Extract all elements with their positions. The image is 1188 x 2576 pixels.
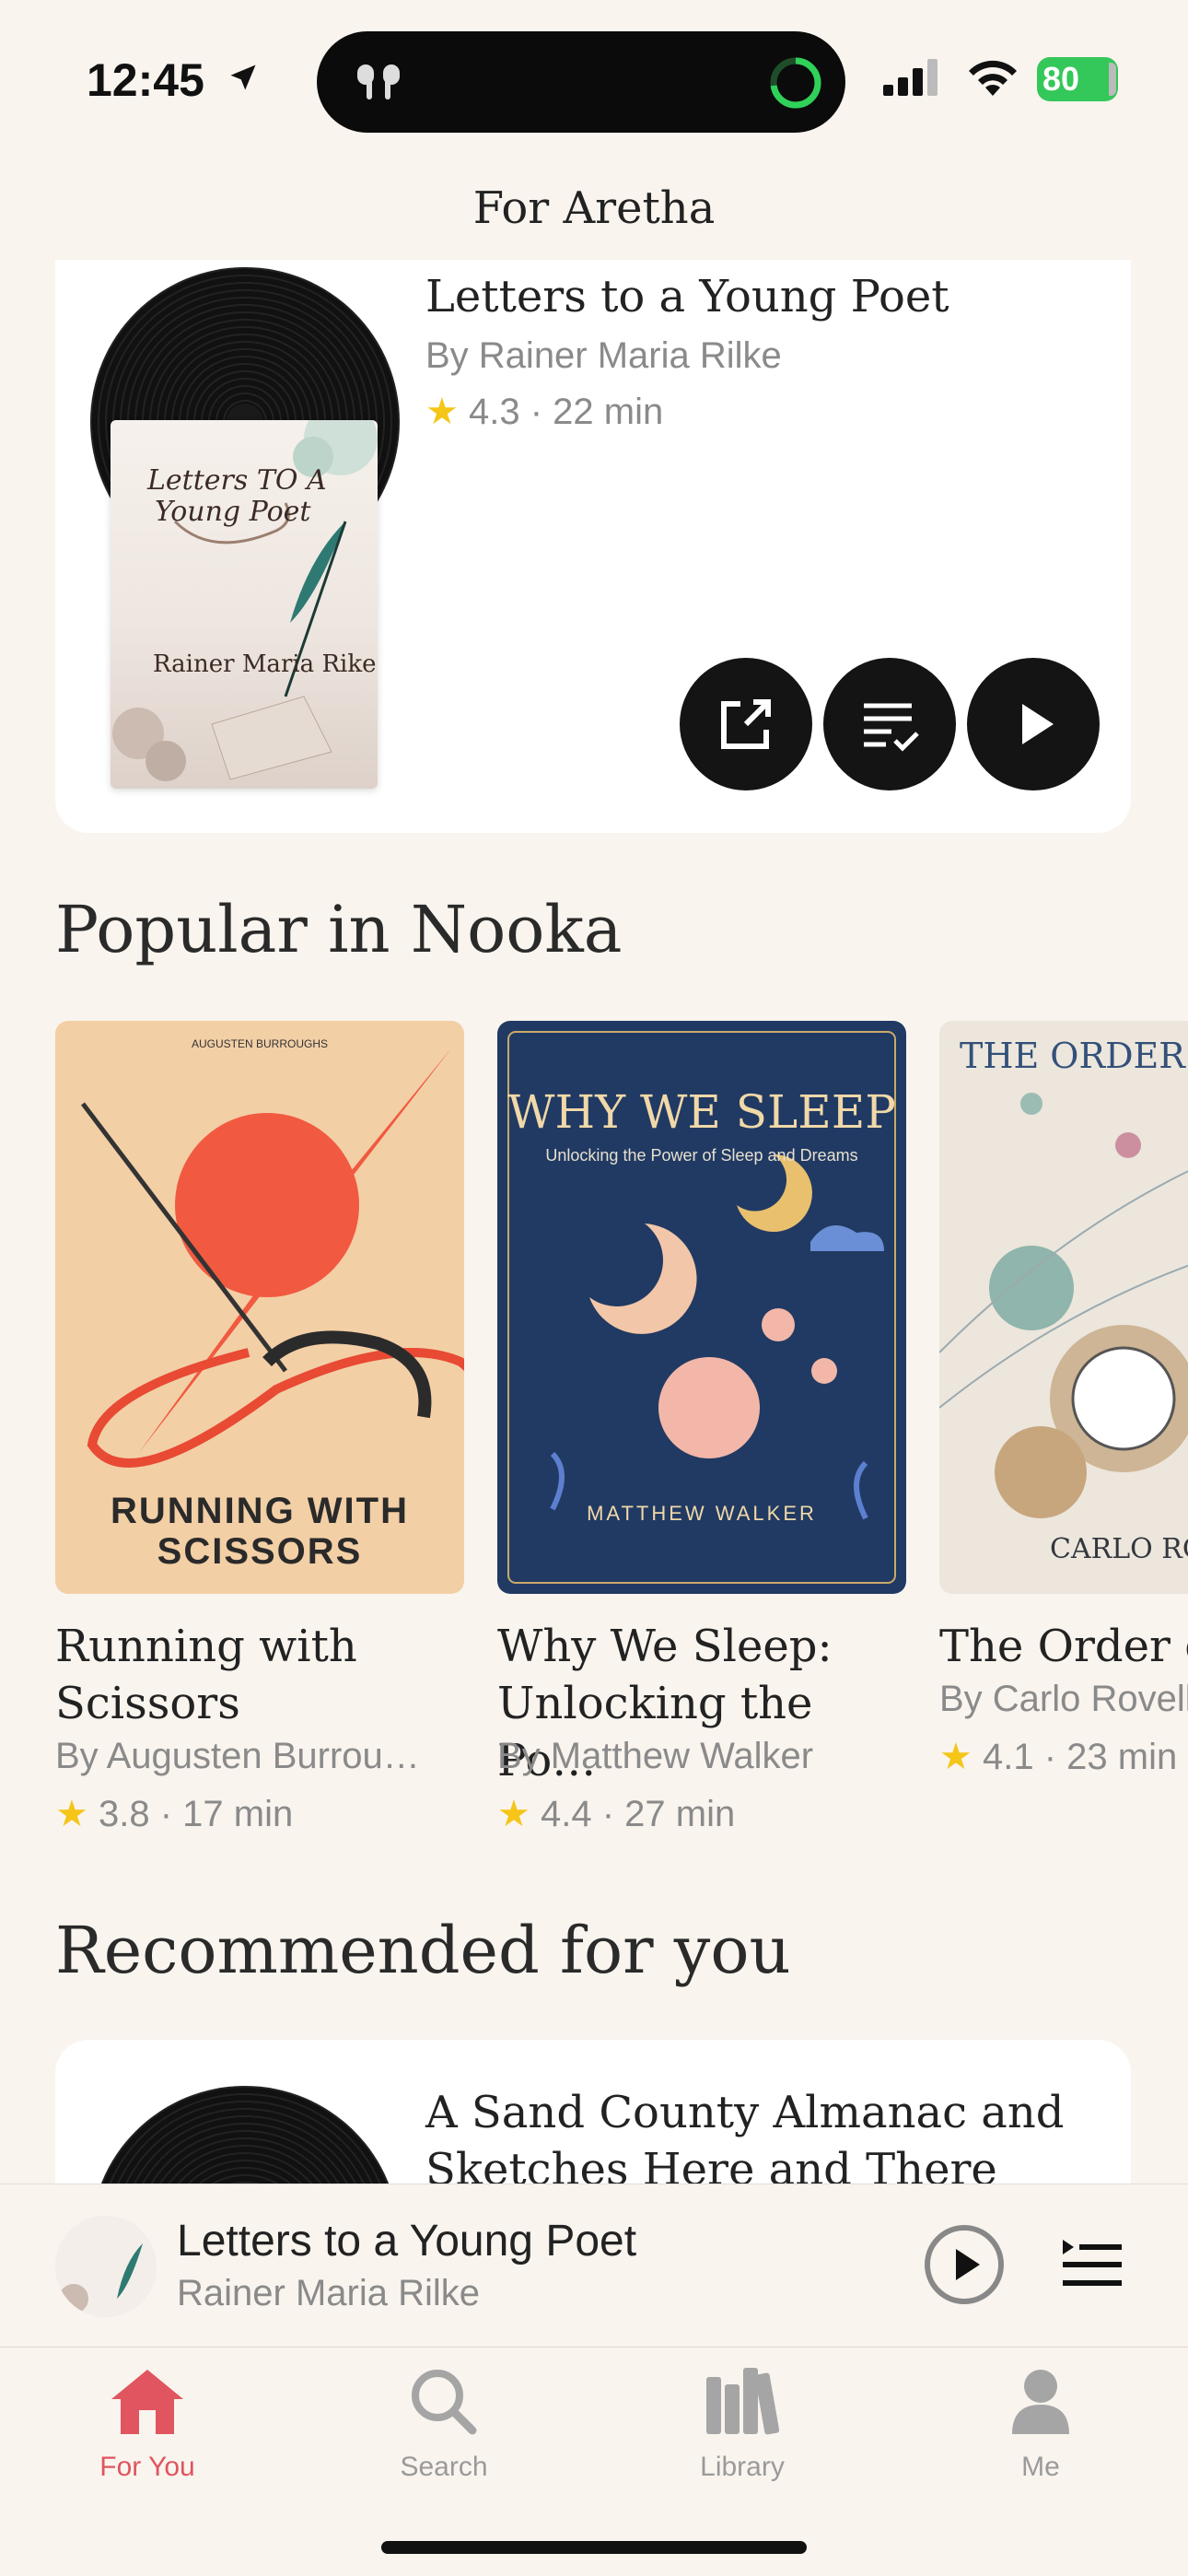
book-author: By Matthew Walker — [497, 1736, 814, 1776]
rating-value: 4.3 — [468, 392, 520, 432]
star-icon: ★ — [497, 1794, 530, 1834]
section-title-recommended: Recommended for you — [55, 1913, 791, 1988]
cover-author: CARLO ROVELLI — [1050, 1533, 1188, 1565]
library-icon — [706, 2368, 780, 2435]
tab-library[interactable]: Library — [641, 2364, 844, 2483]
tab-me[interactable]: Me — [939, 2364, 1142, 2483]
duration-value: 23 min — [1066, 1737, 1178, 1777]
duration-value: 22 min — [553, 392, 664, 432]
star-icon: ★ — [425, 392, 459, 432]
play-icon — [1022, 704, 1054, 744]
cellular-signal-icon — [883, 59, 938, 96]
status-time: 12:45 — [87, 54, 204, 106]
recommended-book-card[interactable]: A Sand County Almanac and Sketches Here … — [55, 2040, 1131, 2187]
book-cover: WHY WE SLEEP Unlocking the Power of Slee… — [497, 1021, 906, 1594]
cover-author: AUGUSTEN BURROUGHS — [191, 1037, 328, 1050]
battery-tip — [1109, 63, 1116, 96]
share-icon — [721, 699, 771, 749]
book-title: Running with Scissors — [55, 1621, 357, 1729]
rating-value: 4.1 — [982, 1737, 1034, 1777]
book-rating-duration: ★ 3.8 · 17 min — [55, 1794, 294, 1834]
play-button[interactable] — [967, 658, 1100, 790]
book-card[interactable]: AUGUSTEN BURROUGHS RUNNING WITH SCISSORS… — [55, 1021, 464, 1834]
tab-label: For You — [99, 2452, 195, 2482]
duration-value: 17 min — [182, 1794, 294, 1834]
cover-art-illustration — [939, 1093, 1188, 1518]
mini-player[interactable]: Letters to a Young Poet Rainer Maria Ril… — [0, 2184, 1188, 2348]
book-cover: Letters TO A Young Poet Rainer Maria Rik… — [111, 420, 378, 789]
battery-indicator: 80 — [1037, 57, 1118, 101]
mini-play-button[interactable] — [925, 2225, 1004, 2304]
cover-title-line1: Letters TO A — [147, 464, 327, 497]
rating-value: 4.4 — [540, 1794, 592, 1834]
book-cover: AUGUSTEN BURROUGHS RUNNING WITH SCISSORS — [55, 1021, 464, 1594]
dynamic-island — [317, 31, 845, 133]
play-icon — [956, 2249, 980, 2280]
book-title: Letters to a Young Poet — [425, 271, 949, 322]
home-indicator[interactable] — [381, 2541, 807, 2554]
search-icon — [412, 2370, 477, 2435]
vinyl-record-graphic — [90, 2086, 400, 2187]
tab-label: Me — [1021, 2452, 1060, 2482]
star-icon: ★ — [55, 1794, 88, 1834]
cover-title: RUNNING WITH SCISSORS — [111, 1491, 409, 1572]
playlist-check-icon — [864, 703, 919, 752]
book-title: The Order of Time — [939, 1621, 1188, 1672]
book-cover: THE ORDER OF TIME CARLO ROVELLI — [939, 1021, 1188, 1594]
person-icon — [1012, 2370, 1069, 2434]
tab-for-you[interactable]: For You — [46, 2364, 249, 2483]
book-card[interactable]: WHY WE SLEEP Unlocking the Power of Slee… — [497, 1021, 906, 1834]
queue-list-icon[interactable] — [1061, 2236, 1124, 2291]
carousel-overflow-clip: THE ORDER OF TIME CARLO ROVELLI The Orde… — [939, 1021, 1188, 1850]
cover-title: THE ORDER OF TIME — [960, 1036, 1188, 1076]
tab-label: Library — [700, 2452, 785, 2482]
share-button[interactable] — [680, 658, 812, 790]
cover-author: Rainer Maria Rike — [153, 650, 377, 678]
cover-thumbnail — [55, 2216, 157, 2317]
star-icon: ★ — [939, 1737, 973, 1777]
wifi-icon — [969, 60, 1017, 96]
book-rating-duration: ★ 4.1 · 23 min — [939, 1737, 1178, 1777]
home-icon — [111, 2370, 183, 2434]
status-bar: 12:45 80 — [0, 0, 1188, 147]
duration-value: 27 min — [624, 1794, 736, 1834]
book-author: By Rainer Maria Rilke — [425, 335, 782, 376]
book-author: By Carlo Rovelli — [939, 1679, 1188, 1719]
add-to-queue-button[interactable] — [823, 658, 956, 790]
cover-title-line2: Young Poet — [155, 496, 311, 528]
rating-value: 3.8 — [98, 1794, 150, 1834]
airpods-icon — [357, 64, 400, 100]
book-rating-duration: ★ 4.4 · 27 min — [497, 1794, 736, 1834]
now-playing-author: Rainer Maria Rilke — [177, 2273, 480, 2313]
page-title: For Aretha — [472, 182, 716, 234]
book-author: By Augusten Burrou… — [55, 1736, 420, 1776]
cover-subtitle: Unlocking the Power of Sleep and Dreams — [545, 1146, 858, 1165]
location-arrow-icon — [230, 64, 256, 90]
book-card[interactable]: THE ORDER OF TIME CARLO ROVELLI The Orde… — [939, 1021, 1188, 1777]
cover-title: WHY WE SLEEP — [507, 1085, 896, 1139]
tab-search[interactable]: Search — [343, 2364, 545, 2483]
featured-book-card[interactable]: Letters TO A Young Poet Rainer Maria Rik… — [55, 260, 1131, 833]
book-title: A Sand County Almanac and Sketches Here … — [425, 2087, 1065, 2187]
mini-player-artwork — [55, 2216, 157, 2317]
cover-author: MATTHEW WALKER — [587, 1502, 817, 1525]
tab-label: Search — [400, 2452, 488, 2482]
section-title-popular: Popular in Nooka — [55, 892, 623, 967]
now-playing-title: Letters to a Young Poet — [177, 2217, 637, 2266]
progress-ring-icon — [770, 57, 821, 109]
book-rating-duration: ★ 4.3 · 22 min — [425, 392, 664, 432]
